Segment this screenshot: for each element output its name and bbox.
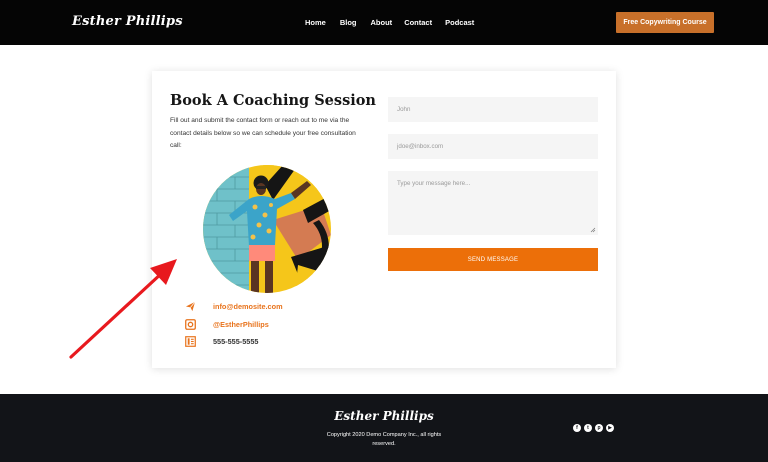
main-nav: Home Blog About Contact Podcast	[305, 18, 474, 27]
nav-contact[interactable]: Contact	[404, 18, 432, 27]
footer-logo[interactable]: Esther Phillips	[0, 409, 768, 423]
nav-blog[interactable]: Blog	[340, 18, 357, 27]
contact-phone-text: 555-555-5555	[213, 336, 259, 346]
resize-handle-icon[interactable]	[590, 227, 596, 233]
send-message-button[interactable]: SEND MESSAGE	[388, 248, 598, 271]
nav-home[interactable]: Home	[305, 18, 326, 27]
youtube-icon[interactable]: ▶	[606, 424, 614, 432]
copyright-text: Copyright 2020 Demo Company Inc., all ri…	[326, 432, 442, 447]
contact-email[interactable]: info@demosite.com	[185, 300, 283, 312]
instagram-icon	[185, 318, 196, 330]
twitter-icon[interactable]: t	[584, 424, 592, 432]
pinterest-icon[interactable]: p	[595, 424, 603, 432]
free-course-button[interactable]: Free Copywriting Course	[616, 12, 714, 33]
name-input[interactable]: John	[388, 97, 598, 122]
contact-instagram-text[interactable]: @EstherPhillips	[213, 320, 269, 329]
send-icon	[185, 301, 196, 311]
phone-icon	[185, 335, 196, 347]
social-links: f t p ▶	[573, 424, 614, 432]
email-input-placeholder: jdoe@inbox.com	[397, 143, 444, 150]
site-footer	[0, 394, 768, 462]
nav-about[interactable]: About	[371, 18, 393, 27]
contact-email-text[interactable]: info@demosite.com	[213, 302, 283, 311]
page-title: Book A Coaching Session	[170, 92, 376, 109]
nav-podcast[interactable]: Podcast	[445, 18, 474, 27]
profile-photo	[203, 165, 331, 293]
message-textarea[interactable]: Type your message here...	[388, 171, 598, 235]
message-textarea-placeholder: Type your message here...	[397, 180, 471, 187]
contact-phone: 555-555-5555	[185, 335, 258, 347]
name-input-placeholder: John	[397, 106, 411, 113]
contact-instagram[interactable]: @EstherPhillips	[185, 318, 269, 330]
facebook-icon[interactable]: f	[573, 424, 581, 432]
site-logo[interactable]: Esther Phillips	[72, 14, 183, 29]
email-input[interactable]: jdoe@inbox.com	[388, 134, 598, 159]
page-description: Fill out and submit the contact form or …	[170, 117, 356, 149]
